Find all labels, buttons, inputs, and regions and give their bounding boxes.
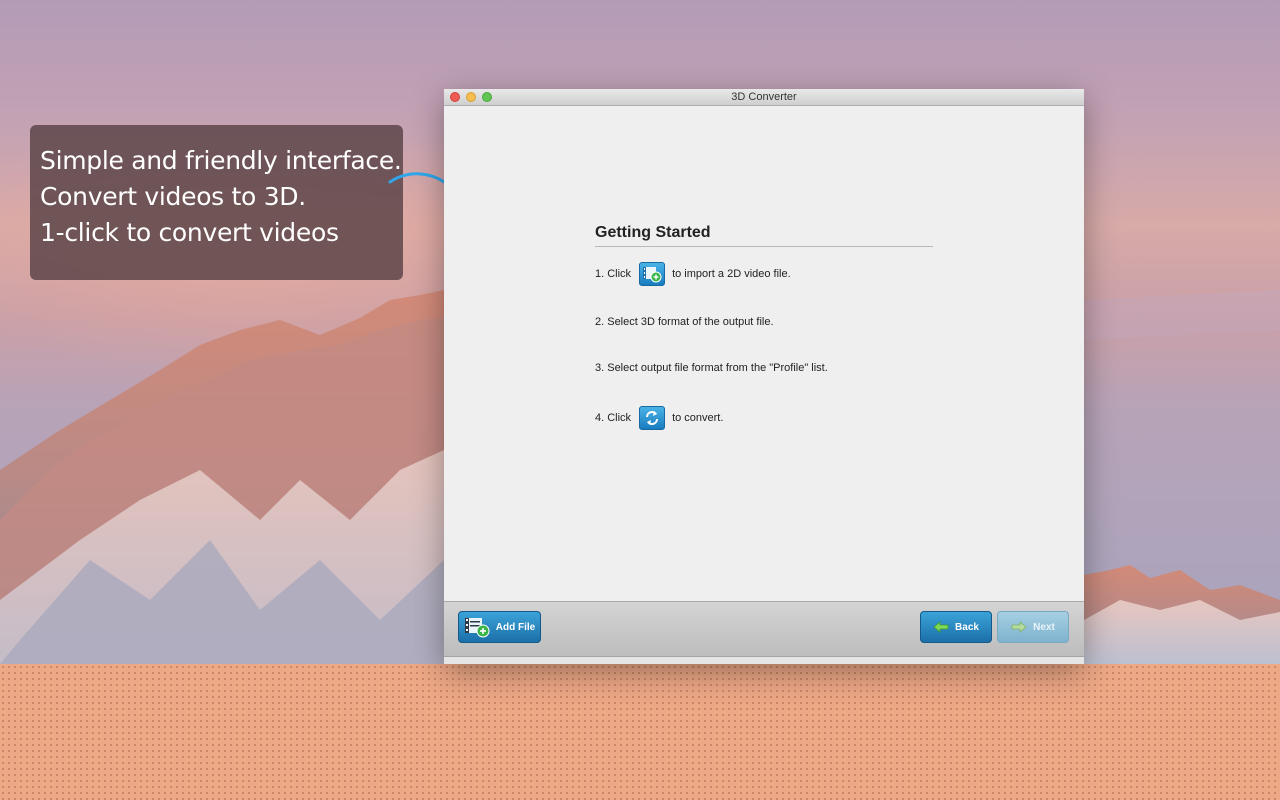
step-1: 1. Click to import a 2D video file. <box>595 262 791 286</box>
step-4-suffix: to convert. <box>672 412 724 424</box>
window-footer: Add File Back Next <box>444 601 1084 664</box>
arrow-right-icon <box>1011 621 1027 633</box>
callout-line-1: Simple and friendly interface. <box>40 146 402 175</box>
next-label: Next <box>1033 621 1055 633</box>
back-label: Back <box>955 621 979 633</box>
step-3-text: 3. Select output file format from the "P… <box>595 362 828 374</box>
heading-divider <box>595 246 933 247</box>
film-add-icon[interactable] <box>639 262 666 286</box>
app-window: 3D Converter Getting Started 1. Click to… <box>444 89 1084 664</box>
arrow-left-icon <box>933 621 949 633</box>
back-button[interactable]: Back <box>920 611 992 643</box>
window-titlebar[interactable]: 3D Converter <box>444 89 1084 106</box>
callout-line-2: Convert videos to 3D. <box>40 182 306 211</box>
step-1-suffix: to import a 2D video file. <box>672 268 791 280</box>
add-file-label: Add File <box>495 621 536 633</box>
close-window-button[interactable] <box>450 92 460 102</box>
window-title: 3D Converter <box>731 91 797 103</box>
callout-line-3: 1-click to convert videos <box>40 218 339 247</box>
step-2: 2. Select 3D format of the output file. <box>595 316 774 328</box>
convert-icon[interactable] <box>639 406 666 430</box>
window-controls <box>450 92 492 102</box>
step-1-prefix: 1. Click <box>595 268 632 280</box>
getting-started-heading: Getting Started <box>595 224 711 241</box>
dotted-bottom-band <box>0 664 1280 800</box>
next-button[interactable]: Next <box>997 611 1069 643</box>
step-4: 4. Click to convert. <box>595 406 723 430</box>
film-add-icon <box>464 618 490 638</box>
feature-callout: Simple and friendly interface. Convert v… <box>30 125 403 280</box>
zoom-window-button[interactable] <box>482 92 492 102</box>
step-3: 3. Select output file format from the "P… <box>595 362 828 374</box>
step-2-text: 2. Select 3D format of the output file. <box>595 316 774 328</box>
window-bottom-strip <box>444 656 1084 664</box>
add-file-button[interactable]: Add File <box>458 611 541 643</box>
getting-started-panel: Getting Started 1. Click to import a 2D … <box>444 106 1084 601</box>
step-4-prefix: 4. Click <box>595 412 632 424</box>
minimize-window-button[interactable] <box>466 92 476 102</box>
